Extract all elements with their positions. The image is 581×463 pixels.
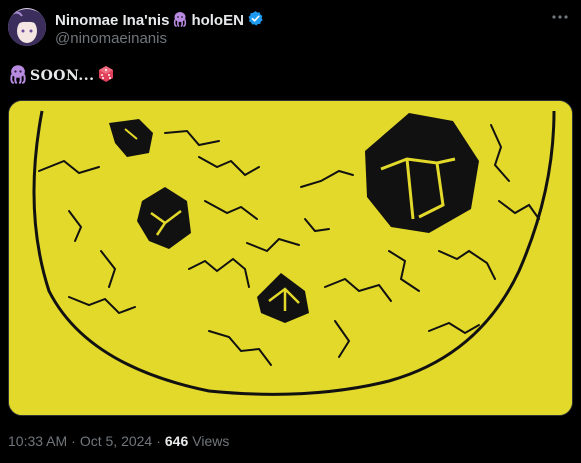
more-dots-icon bbox=[552, 15, 568, 19]
octopus-icon bbox=[172, 11, 188, 31]
author-handle[interactable]: @ninomaeinanis bbox=[55, 30, 167, 47]
author-display-name[interactable]: Ninomae Ina'nis bbox=[55, 12, 169, 29]
die-icon bbox=[97, 65, 115, 87]
meta-separator: · bbox=[156, 433, 161, 449]
author-name-row[interactable]: Ninomae Ina'nis holoEN bbox=[55, 10, 264, 31]
views-label: Views bbox=[192, 433, 230, 449]
verified-badge-icon[interactable] bbox=[247, 10, 264, 31]
views-count: 646 bbox=[164, 433, 189, 449]
octopus-icon bbox=[8, 64, 28, 88]
tweet-media-image[interactable] bbox=[8, 100, 573, 416]
cookie-artwork bbox=[9, 101, 572, 415]
author-org-label[interactable]: holoEN bbox=[191, 12, 244, 29]
tweet-text: SOON... bbox=[8, 64, 115, 88]
more-options-button[interactable] bbox=[549, 6, 571, 28]
tweet-meta: 10:33 AM · Oct 5, 2024 · 646 Views bbox=[8, 433, 229, 449]
avatar-image bbox=[8, 8, 46, 46]
profile-avatar[interactable] bbox=[8, 8, 46, 46]
tweet-text-content: SOON... bbox=[30, 68, 95, 84]
meta-separator: · bbox=[71, 433, 76, 449]
tweet-time[interactable]: 10:33 AM bbox=[8, 433, 67, 449]
tweet-date[interactable]: Oct 5, 2024 bbox=[80, 433, 152, 449]
